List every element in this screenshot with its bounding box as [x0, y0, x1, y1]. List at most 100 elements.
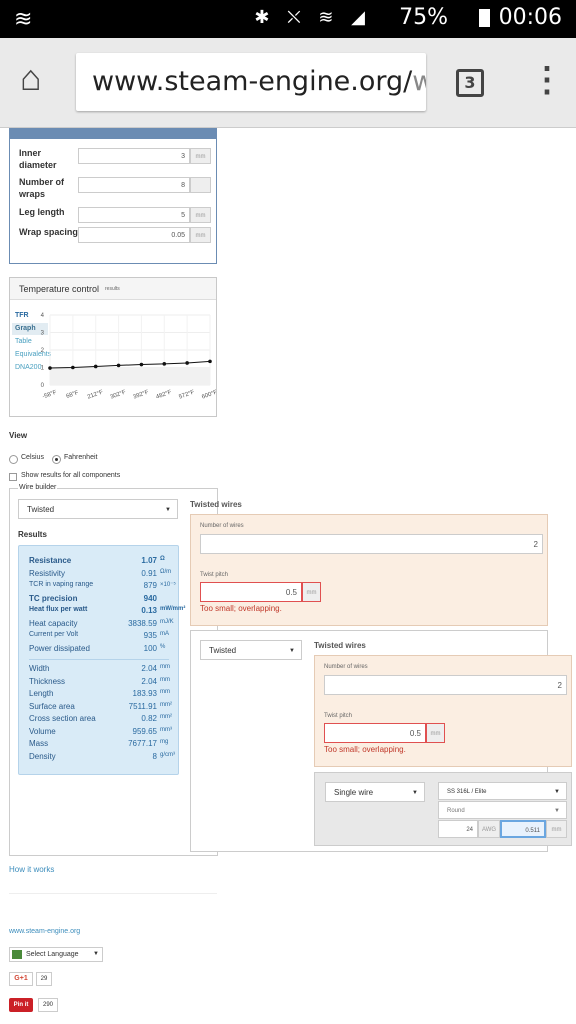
- x-tick-label: 212°F: [87, 389, 104, 400]
- view-title: View: [9, 431, 28, 440]
- data-point: [185, 361, 189, 365]
- result-value: 2.04: [141, 676, 157, 686]
- url-bar[interactable]: www.steam-engine.org/w: [76, 53, 426, 111]
- y-tick-label: 3: [41, 331, 45, 337]
- wire-type-select-1[interactable]: Twisted ▼: [18, 499, 178, 519]
- result-key: Width: [29, 664, 50, 673]
- plot-band: [50, 367, 210, 385]
- result-key: Resistance: [29, 556, 72, 565]
- result-value: 7677.17: [128, 739, 157, 748]
- tab-switcher-button[interactable]: 3: [456, 69, 484, 97]
- twist-pitch-input-1[interactable]: 0.5: [200, 582, 302, 602]
- clock: 00:06: [498, 5, 562, 30]
- result-unit: %: [160, 643, 166, 650]
- chevron-down-icon: ▼: [412, 790, 418, 796]
- show-all-checkbox[interactable]: [9, 473, 17, 481]
- url-rest: w: [412, 66, 426, 97]
- num-wires-input-2[interactable]: 2: [324, 675, 567, 695]
- wire-builder-label: Wire builder: [18, 484, 58, 491]
- result-key: Cross section area: [29, 714, 96, 723]
- coil-input[interactable]: 3: [78, 148, 190, 164]
- celsius-radio[interactable]: [9, 455, 18, 464]
- pin-it-button[interactable]: Pin it: [9, 998, 33, 1012]
- y-tick-label: 2: [41, 348, 45, 354]
- coil-panel-header: [10, 129, 216, 139]
- result-row: Heat capacity 3838.59 mJ/K: [29, 619, 179, 631]
- language-select[interactable]: Select Language ▼: [9, 947, 103, 962]
- site-link[interactable]: www.steam-engine.org: [9, 928, 80, 935]
- num-wires-label-2: Number of wires: [324, 664, 368, 670]
- language-label: Select Language: [26, 951, 79, 958]
- result-key: Resistivity: [29, 568, 66, 578]
- coil-unit: [190, 177, 211, 193]
- twisted-wires-box-1: Number of wires 2 Twist pitch 0.5 mm Too…: [190, 514, 548, 626]
- gauge-input[interactable]: 24: [438, 820, 478, 838]
- shape-value: Round: [447, 808, 465, 814]
- twisted-wires-title-1: Twisted wires: [190, 500, 242, 509]
- twist-pitch-input-2[interactable]: 0.5: [324, 723, 426, 743]
- result-unit: Ω: [160, 556, 165, 562]
- result-unit: mm: [160, 676, 170, 683]
- wire-type-select-2[interactable]: Twisted ▼: [200, 640, 302, 660]
- twist-pitch-warning-1: Too small; overlapping.: [200, 604, 282, 613]
- how-it-works-link[interactable]: How it works: [9, 865, 54, 874]
- result-unit: Ω/m: [160, 568, 172, 575]
- result-unit: ×10⁻⁵: [160, 582, 176, 588]
- twist-pitch-label-1: Twist pitch: [200, 572, 229, 578]
- google-plus-button[interactable]: G+1: [9, 972, 33, 986]
- data-point: [116, 363, 121, 368]
- home-icon[interactable]: ⌂: [20, 58, 42, 98]
- twist-pitch-unit-2: mm: [426, 723, 445, 743]
- num-wires-label-1: Number of wires: [200, 523, 244, 529]
- fahrenheit-radio[interactable]: [52, 455, 61, 464]
- result-row: Length 183.93 mm: [29, 689, 179, 701]
- result-value: 7511.91: [128, 701, 157, 711]
- twisted-wires-box-2: Number of wires 2 Twist pitch 0.5 mm Too…: [314, 655, 572, 767]
- chevron-down-icon: ▼: [289, 648, 295, 654]
- result-unit: mm³: [160, 726, 172, 733]
- data-point: [93, 364, 98, 369]
- twist-pitch-unit-1: mm: [302, 582, 321, 602]
- result-key: Surface area: [29, 701, 75, 711]
- coil-label: Wrap spacing: [19, 227, 78, 237]
- coil-label: Leg length: [19, 207, 65, 217]
- result-row: TC precision 940: [29, 594, 179, 606]
- result-unit: mm²: [160, 714, 172, 720]
- single-wire-select[interactable]: Single wire ▼: [325, 782, 425, 802]
- result-value: 100: [143, 643, 157, 653]
- result-value: 935: [143, 631, 157, 640]
- coil-input[interactable]: 0.05: [78, 227, 190, 243]
- data-point: [162, 362, 167, 366]
- result-value: 8: [152, 751, 157, 761]
- num-wires-input-1[interactable]: 2: [200, 534, 543, 554]
- result-row: Mass 7677.17 mg: [29, 739, 179, 751]
- coil-input[interactable]: 5: [78, 207, 190, 223]
- shape-select[interactable]: Round ▼: [438, 801, 567, 819]
- result-unit: mm²: [160, 701, 172, 708]
- results-divider: [29, 659, 169, 660]
- twist-pitch-warning-2: Too small; overlapping.: [324, 745, 406, 754]
- result-key: Density: [29, 751, 56, 761]
- result-value: 959.65: [132, 726, 157, 736]
- result-unit: mm: [160, 664, 170, 670]
- temperature-header: Temperature control results: [10, 278, 216, 300]
- twisted-wires-title-2: Twisted wires: [314, 641, 366, 650]
- fahrenheit-label: Fahrenheit: [64, 454, 98, 461]
- coil-input[interactable]: 8: [78, 177, 190, 193]
- x-tick-label: 392°F: [133, 389, 150, 400]
- x-tick-label: 600°F: [201, 389, 216, 400]
- wire-type-value-1: Twisted: [27, 505, 55, 514]
- result-unit: mm: [160, 689, 170, 695]
- diameter-input[interactable]: 0.511: [500, 820, 546, 838]
- x-tick-label: 68°F: [65, 390, 79, 400]
- overflow-menu-icon[interactable]: ⋮: [530, 60, 564, 100]
- single-wire-box: Single wire ▼ SS 316L / Elite ▼ Round ▼ 24 …: [314, 772, 572, 846]
- result-key: TC precision: [29, 593, 78, 603]
- data-point: [48, 366, 52, 370]
- result-key: Heat flux per watt: [29, 606, 88, 613]
- status-icons: ✱ ⛌ ≋ ◢: [254, 7, 371, 28]
- result-key: Heat capacity: [29, 618, 78, 628]
- material-select[interactable]: SS 316L / Elite ▼: [438, 782, 567, 800]
- y-tick-label: 0: [41, 383, 45, 389]
- result-key: TCR in vaping range: [29, 581, 94, 588]
